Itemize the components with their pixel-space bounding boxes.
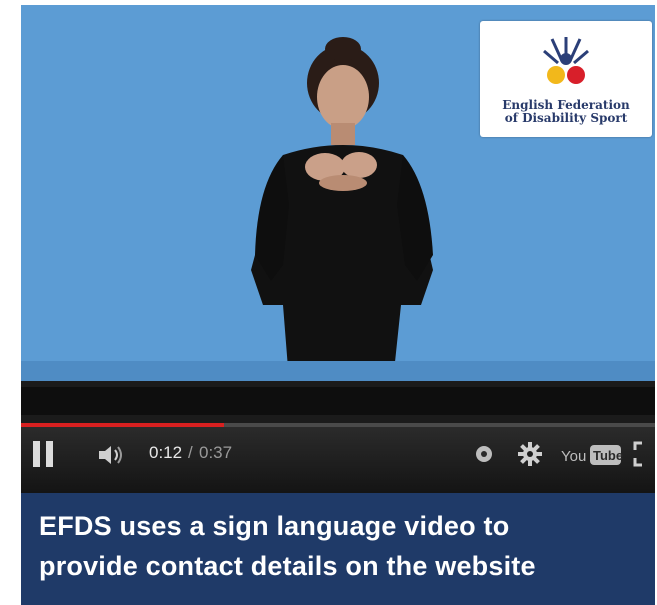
pause-icon: [33, 441, 40, 467]
efds-logo-text: English Federation of Disability Sport: [480, 99, 652, 125]
fullscreen-button[interactable]: [633, 441, 655, 467]
youtube-logo-icon: You Tube: [561, 445, 623, 465]
time-total: 0:37: [199, 443, 233, 462]
captions-button[interactable]: [471, 441, 497, 467]
time-separator: /: [188, 443, 193, 462]
caption-panel: EFDS uses a sign language video to provi…: [21, 493, 655, 605]
video-player[interactable]: English Federation of Disability Sport: [21, 5, 655, 381]
svg-text:Tube: Tube: [593, 448, 623, 463]
pause-button[interactable]: [33, 441, 55, 467]
time-current: 0:12: [149, 443, 183, 462]
captions-icon: [476, 446, 492, 462]
video-letterbox-band: [21, 381, 655, 423]
fullscreen-icon: [633, 441, 642, 467]
volume-button[interactable]: [97, 443, 125, 467]
svg-text:You: You: [561, 448, 586, 465]
speaker-icon: [99, 446, 122, 464]
logo-text-line2: of Disability Sport: [504, 111, 628, 125]
gear-icon: [518, 442, 542, 466]
efds-logo-icon: [543, 37, 589, 84]
caption-line-1: EFDS uses a sign language video to: [39, 511, 510, 541]
player-control-bar: 0:12 / 0:37 You Tube: [21, 427, 655, 493]
video-embed-card: English Federation of Disability Sport 0…: [21, 5, 655, 605]
settings-button[interactable]: [515, 439, 545, 469]
youtube-logo-button[interactable]: You Tube: [561, 442, 623, 468]
caption-line-2: provide contact details on the website: [39, 551, 536, 581]
efds-logo-card: English Federation of Disability Sport: [480, 21, 652, 137]
